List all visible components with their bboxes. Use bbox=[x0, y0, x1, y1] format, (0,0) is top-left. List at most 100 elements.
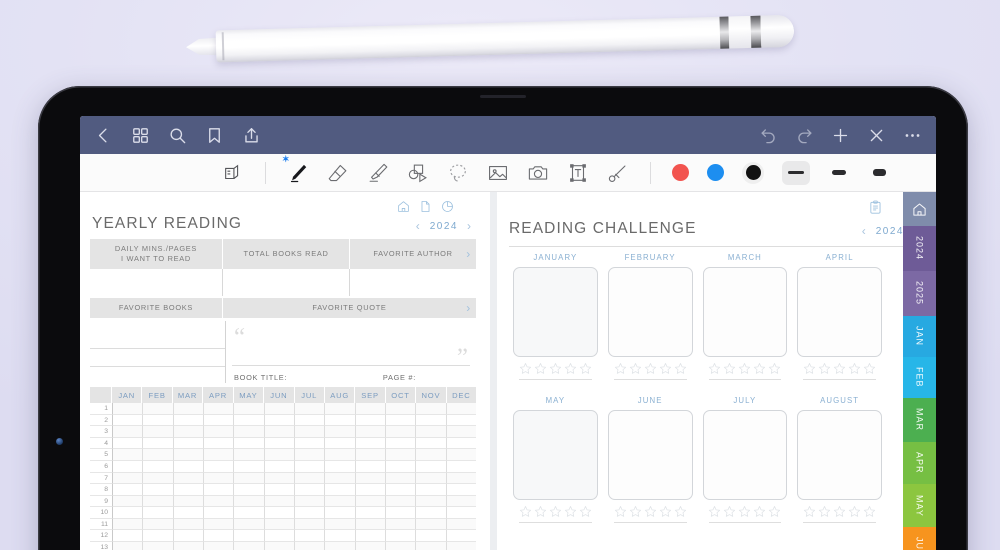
tracker-cell[interactable] bbox=[264, 402, 295, 415]
tracker-cell[interactable] bbox=[355, 426, 386, 438]
tracker-month-may[interactable]: MAY bbox=[234, 386, 265, 403]
right-current-year[interactable]: 2024 bbox=[876, 226, 904, 237]
favorite-author-header[interactable]: FAVORITE AUTHOR › bbox=[350, 239, 476, 269]
tracker-month-jun[interactable]: JUN bbox=[264, 386, 295, 403]
tracker-cell[interactable] bbox=[234, 426, 265, 438]
tracker-cell[interactable] bbox=[446, 426, 476, 438]
total-books-header[interactable]: TOTAL BOOKS READ bbox=[223, 239, 350, 269]
tracker-cell[interactable] bbox=[264, 460, 295, 473]
tracker-cell[interactable] bbox=[112, 437, 144, 450]
tracker-cell[interactable] bbox=[143, 484, 174, 496]
tab-may[interactable]: MAY bbox=[903, 484, 936, 527]
tracker-cell[interactable] bbox=[325, 518, 356, 531]
tracker-cell[interactable] bbox=[416, 414, 447, 427]
tracker-cell[interactable] bbox=[355, 507, 386, 519]
tracker-cell[interactable] bbox=[385, 518, 417, 531]
tracker-cell[interactable] bbox=[446, 438, 476, 450]
tracker-cell[interactable] bbox=[143, 426, 174, 438]
tracker-cell[interactable] bbox=[385, 402, 417, 415]
star-icon[interactable] bbox=[803, 362, 816, 375]
tracker-cell[interactable] bbox=[294, 437, 326, 450]
tab-2024[interactable]: 2024 bbox=[903, 226, 936, 271]
tracker-cell[interactable] bbox=[355, 449, 386, 461]
tracker-cell[interactable] bbox=[416, 437, 447, 450]
star-icon[interactable] bbox=[629, 505, 642, 518]
tracker-cell[interactable] bbox=[173, 507, 204, 519]
tracker-month-feb[interactable]: FEB bbox=[142, 386, 173, 403]
star-icon[interactable] bbox=[579, 505, 592, 518]
tracker-cell[interactable] bbox=[385, 460, 417, 473]
tab-mar[interactable]: MAR bbox=[903, 397, 936, 442]
star-icon[interactable] bbox=[803, 505, 816, 518]
favorite-author-input[interactable] bbox=[350, 269, 476, 296]
tracker-cell[interactable] bbox=[294, 402, 326, 415]
tracker-cell[interactable] bbox=[385, 437, 417, 450]
tab-jan[interactable]: JAN bbox=[903, 315, 936, 357]
tracker-cell[interactable] bbox=[203, 495, 235, 508]
tracker-cell[interactable] bbox=[264, 507, 295, 519]
tracker-cell[interactable] bbox=[264, 426, 295, 438]
favorite-quote-header[interactable]: FAVORITE QUOTE › bbox=[223, 297, 476, 318]
star-icon[interactable] bbox=[519, 362, 532, 375]
tracker-cell[interactable] bbox=[294, 472, 326, 485]
tracker-cell[interactable] bbox=[416, 472, 447, 485]
tracker-cell[interactable] bbox=[173, 414, 204, 427]
star-icon[interactable] bbox=[534, 362, 547, 375]
tracker-cell[interactable] bbox=[325, 542, 356, 550]
star-icon[interactable] bbox=[863, 505, 876, 518]
tracker-cell[interactable] bbox=[325, 426, 356, 438]
back-chevron-icon[interactable] bbox=[94, 126, 113, 145]
lasso-icon[interactable] bbox=[447, 162, 469, 184]
favorite-books-header[interactable]: FAVORITE BOOKS bbox=[90, 297, 223, 318]
laser-pointer-icon[interactable] bbox=[607, 162, 629, 184]
challenge-book-box[interactable] bbox=[797, 410, 882, 500]
right-prev-year-button[interactable]: ‹ bbox=[862, 224, 867, 238]
tracker-month-dec[interactable]: DEC bbox=[447, 387, 476, 403]
star-icon[interactable] bbox=[833, 505, 846, 518]
tracker-cell[interactable] bbox=[112, 449, 144, 461]
star-icon[interactable] bbox=[549, 505, 562, 518]
tracker-cell[interactable] bbox=[264, 484, 295, 496]
tracker-cell[interactable] bbox=[416, 495, 447, 508]
highlighter-icon[interactable] bbox=[367, 162, 389, 184]
tracker-cell[interactable] bbox=[234, 542, 265, 550]
grid-icon[interactable] bbox=[131, 126, 150, 145]
tracker-cell[interactable] bbox=[385, 542, 417, 550]
tracker-cell[interactable] bbox=[355, 472, 386, 485]
star-icon[interactable] bbox=[614, 362, 627, 375]
tracker-cell[interactable] bbox=[203, 426, 235, 438]
tracker-cell[interactable] bbox=[416, 542, 447, 550]
star-icon[interactable] bbox=[614, 505, 627, 518]
star-icon[interactable] bbox=[644, 505, 657, 518]
tracker-cell[interactable] bbox=[173, 426, 204, 438]
tracker-cell[interactable] bbox=[294, 484, 326, 496]
star-icon[interactable] bbox=[833, 362, 846, 375]
tracker-month-nov[interactable]: NOV bbox=[416, 386, 447, 403]
star-icon[interactable] bbox=[863, 362, 876, 375]
tracker-cell[interactable] bbox=[385, 507, 417, 519]
tracker-cell[interactable] bbox=[385, 426, 417, 438]
tracker-cell[interactable] bbox=[355, 414, 386, 427]
tracker-cell[interactable] bbox=[203, 460, 235, 473]
challenge-book-box[interactable] bbox=[513, 267, 598, 357]
star-icon[interactable] bbox=[534, 505, 547, 518]
tracker-cell[interactable] bbox=[112, 426, 144, 438]
tab-2025[interactable]: 2025 bbox=[903, 270, 936, 316]
tracker-cell[interactable] bbox=[203, 437, 235, 450]
star-icon[interactable] bbox=[768, 505, 781, 518]
tracker-cell[interactable] bbox=[264, 542, 295, 550]
challenge-book-box[interactable] bbox=[607, 410, 693, 500]
tracker-cell[interactable] bbox=[325, 472, 356, 485]
star-icon[interactable] bbox=[674, 362, 687, 375]
text-box-icon[interactable] bbox=[567, 162, 589, 184]
tracker-cell[interactable] bbox=[173, 402, 204, 415]
tracker-cell[interactable] bbox=[294, 414, 326, 427]
tracker-cell[interactable] bbox=[203, 449, 235, 461]
clipboard-icon[interactable] bbox=[869, 200, 882, 220]
tracker-cell[interactable] bbox=[203, 402, 235, 415]
tracker-cell[interactable] bbox=[325, 484, 356, 496]
star-icon[interactable] bbox=[723, 362, 736, 375]
tracker-cell[interactable] bbox=[112, 414, 144, 427]
tracker-cell[interactable] bbox=[294, 507, 326, 519]
tracker-cell[interactable] bbox=[355, 518, 386, 531]
